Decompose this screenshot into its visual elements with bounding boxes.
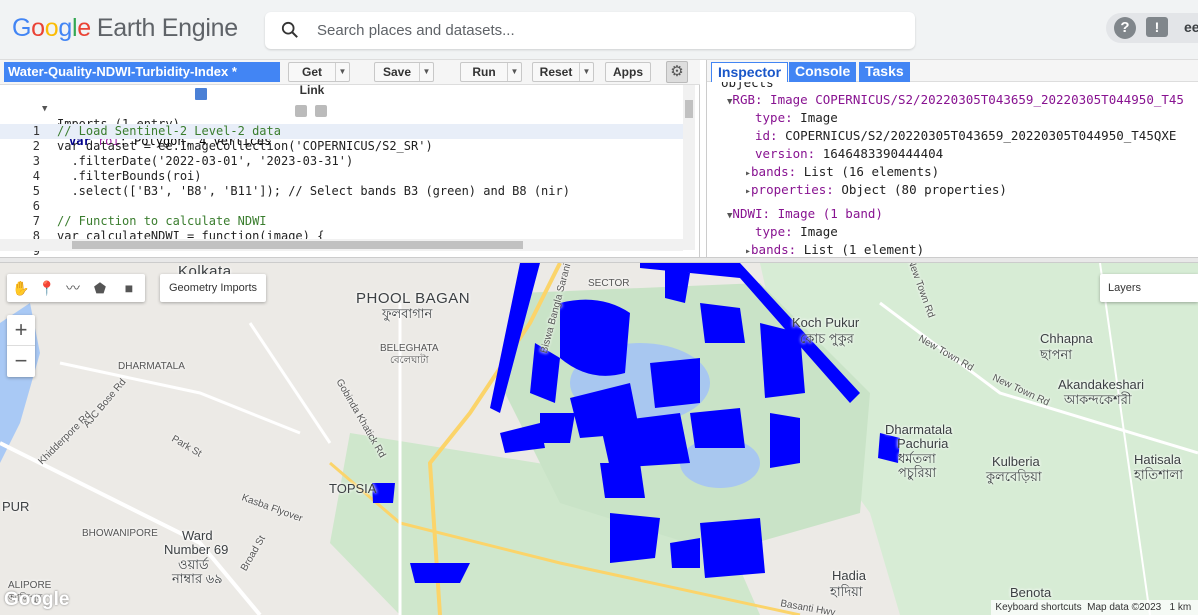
gear-icon[interactable]: ⚙ xyxy=(666,61,688,83)
chevron-down-icon[interactable]: ▼ xyxy=(507,63,521,81)
map-label: Koch Pukur xyxy=(792,315,860,330)
inspector-row[interactable]: ▸bands: List (16 elements) xyxy=(745,163,939,180)
show-code-icon[interactable] xyxy=(195,88,207,100)
hand-icon[interactable]: ✋ xyxy=(10,277,32,299)
tab-console[interactable]: Console xyxy=(789,62,857,82)
earth-engine-logo[interactable]: Google Earth Engine xyxy=(12,14,238,43)
inspector-row: type: Image xyxy=(755,110,838,125)
map-label: Ward xyxy=(182,528,213,543)
map-label: Kulberia xyxy=(992,454,1040,469)
account-button[interactable]: ee xyxy=(1184,19,1198,35)
inspector-row: id: COPERNICUS/S2/20220305T043659_202203… xyxy=(755,128,1177,143)
line-icon[interactable]: 〰 xyxy=(62,277,84,299)
apps-button[interactable]: Apps xyxy=(605,62,651,82)
code-line[interactable]: 3 .filterDate('2022-03-01', '2023-03-31'… xyxy=(0,154,683,169)
inspector-row[interactable]: ▸properties: Object (80 properties) xyxy=(745,181,1007,198)
geometry-imports-button[interactable]: Geometry Imports xyxy=(160,274,266,302)
map-label: Chhapna xyxy=(1040,331,1093,346)
inspector-row: type: Image xyxy=(755,224,838,239)
map-label: BHOWANIPORE xyxy=(82,528,158,539)
vertical-scrollbar[interactable] xyxy=(683,85,695,250)
imports-header-row[interactable]: ▼ Imports (1 entry) xyxy=(0,87,683,131)
rectangle-icon[interactable]: ■ xyxy=(118,277,140,299)
map-label: Hadia xyxy=(832,568,866,583)
map-label: TOPSIA xyxy=(329,481,377,496)
search-icon xyxy=(281,21,298,38)
chevron-down-icon[interactable]: ▼ xyxy=(419,63,433,81)
map-label: কুলবেড়িয়া xyxy=(986,469,1042,484)
polygon-icon[interactable]: ⬟ xyxy=(89,277,111,299)
tab-tasks[interactable]: Tasks xyxy=(859,62,910,82)
drawing-tools: ✋ 📍 〰 ⬟ ■ xyxy=(7,274,145,302)
map-label: ফুলবাগান xyxy=(382,306,433,321)
reset-button[interactable]: Reset ▼ xyxy=(532,62,594,82)
search-box[interactable]: Search places and datasets... xyxy=(265,12,915,49)
zoom-in-button[interactable]: + xyxy=(7,315,35,346)
map-label: SECTOR xyxy=(588,278,630,289)
inspector-output: objects ▼RGB: Image COPERNICUS/S2/202203… xyxy=(707,82,1198,260)
map-label: Pachuria xyxy=(897,436,949,451)
import-row[interactable]: ▶ var roi: Polygon, 4 vertices xyxy=(0,104,683,148)
map-label: Hatisala xyxy=(1134,452,1181,467)
map-label: PUR xyxy=(2,499,30,514)
top-bar: Google Earth Engine Search places and dat… xyxy=(0,0,1198,60)
delete-icon[interactable] xyxy=(315,105,327,117)
code-editor-panel: Water-Quality-NDWI-Turbidity-Index * Get… xyxy=(0,60,700,260)
feedback-icon[interactable]: ! xyxy=(1146,17,1168,37)
code-line[interactable]: 4 .filterBounds(roi) xyxy=(0,169,683,184)
code-line[interactable]: 5 .select(['B3', 'B8', 'B11']); // Selec… xyxy=(0,184,683,199)
product-name: Earth Engine xyxy=(96,14,238,42)
map-label: Dharmatala xyxy=(885,422,953,437)
google-logo: Google xyxy=(4,589,70,610)
inspector-row[interactable]: ▼RGB: Image COPERNICUS/S2/20220305T04365… xyxy=(727,91,1184,108)
top-icons: ? ! ee xyxy=(1106,13,1198,43)
map-label: DHARMATALA xyxy=(118,361,185,372)
map-label: আকন্দকেশরী xyxy=(1064,392,1132,407)
map-view[interactable]: Kolkata কলকাতা PHOOL BAGAN ফুলবাগান BELE… xyxy=(0,263,1198,615)
script-title[interactable]: Water-Quality-NDWI-Turbidity-Index * xyxy=(4,62,280,82)
code-line[interactable]: 7// Function to calculate NDWI xyxy=(0,214,683,229)
run-button[interactable]: Run ▼ xyxy=(460,62,522,82)
settings-icon[interactable] xyxy=(295,105,307,117)
map-label: কোচ পুকুর xyxy=(800,331,854,346)
inspector-panel: Inspector Console Tasks objects ▼RGB: Im… xyxy=(706,60,1198,260)
layers-button[interactable]: Layers xyxy=(1100,274,1198,302)
map-label: পচুরিয়া xyxy=(898,465,937,480)
map-label: নাম্বার ৬৯ xyxy=(172,571,223,586)
chevron-down-icon[interactable]: ▼ xyxy=(579,63,593,81)
code-line[interactable]: 6 xyxy=(0,199,683,214)
code-line[interactable]: 1// Load Sentinel-2 Level-2 data xyxy=(0,124,683,139)
zoom-control: + − xyxy=(7,315,35,377)
code-area[interactable]: ▼ Imports (1 entry) ▶ var roi: Polygon, … xyxy=(0,85,700,260)
marker-icon[interactable]: 📍 xyxy=(36,277,58,299)
scrollbar-thumb[interactable] xyxy=(72,241,523,249)
map-label: Benota xyxy=(1010,585,1052,600)
map-label: হাতিশালা xyxy=(1134,467,1183,482)
map-label: হাদিয়া xyxy=(830,584,863,599)
inspector-row[interactable]: ▼NDWI: Image (1 band) xyxy=(727,205,883,222)
zoom-out-button[interactable]: − xyxy=(7,346,35,377)
save-button[interactable]: Save ▼ xyxy=(374,62,434,82)
map-label: Akandakeshari xyxy=(1058,377,1144,392)
help-icon[interactable]: ? xyxy=(1114,17,1136,39)
map-label: Number 69 xyxy=(164,542,229,557)
search-input[interactable]: Search places and datasets... xyxy=(317,22,515,39)
code-line[interactable]: 2 var dataset = ee.ImageCollection('COPER… xyxy=(0,139,683,154)
inspector-row: objects xyxy=(721,82,774,90)
editor-toolbar: Water-Quality-NDWI-Turbidity-Index * Get… xyxy=(0,60,700,97)
horizontal-scrollbar[interactable] xyxy=(0,239,683,251)
chevron-down-icon[interactable]: ▼ xyxy=(335,63,349,81)
get-link-button[interactable]: Get Link ▼ xyxy=(288,62,350,97)
map-label: বেলেঘাটা xyxy=(390,355,429,366)
panel-tabs: Inspector Console Tasks xyxy=(707,60,1198,82)
map-label: ছাপনা xyxy=(1040,347,1073,362)
scrollbar-thumb[interactable] xyxy=(685,100,693,118)
inspector-row[interactable]: ▸bands: List (1 element) xyxy=(745,241,924,258)
map-attribution[interactable]: Keyboard shortcuts Map data ©2023 1 km xyxy=(991,600,1198,615)
tab-inspector[interactable]: Inspector xyxy=(711,62,789,82)
inspector-row: version: 1646483390444404 xyxy=(755,146,944,161)
